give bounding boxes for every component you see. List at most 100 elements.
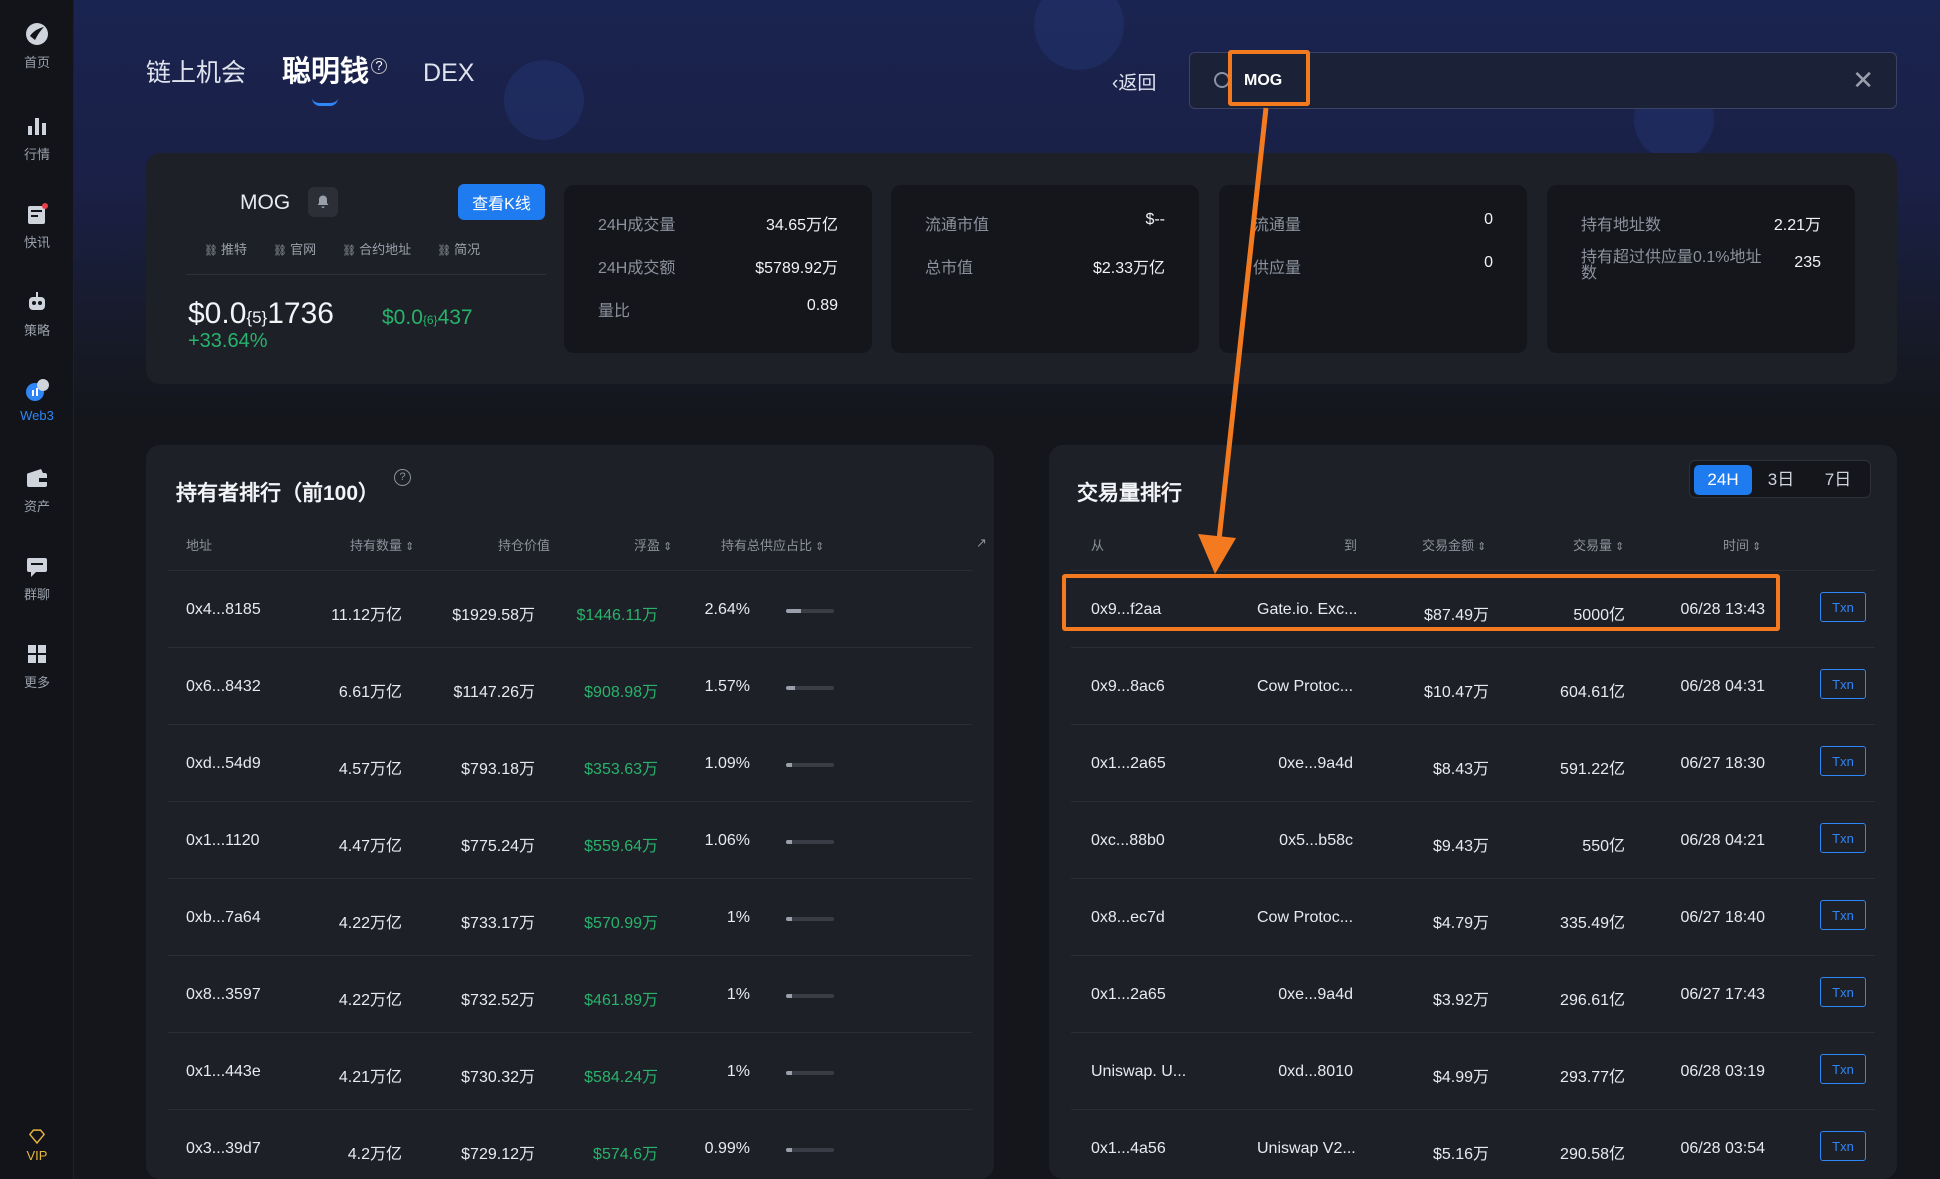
price2-prefix: $0.0 <box>382 306 423 329</box>
txn-button[interactable]: Txn <box>1820 977 1866 1007</box>
from-address[interactable]: 0xc...88b0 <box>1091 832 1165 850</box>
stat-row: 量比 0.89 <box>598 297 838 321</box>
volume-title: 交易量排行 <box>1077 482 1182 505</box>
help-icon[interactable]: ? <box>394 469 411 486</box>
table-row[interactable]: 0x1...1120 4.47万亿 $775.24万 $559.64万 1.06% <box>168 801 972 878</box>
to-address[interactable]: Cow Protoc... <box>1257 909 1353 927</box>
bell-icon[interactable] <box>308 187 338 217</box>
table-row[interactable]: 0x4...8185 11.12万亿 $1929.58万 $1446.11万 2.64% <box>168 570 972 647</box>
sidebar-item-bar-chart[interactable]: 行情 <box>0 112 74 163</box>
share-bar-fill <box>786 840 792 844</box>
help-icon[interactable]: ? <box>371 58 388 75</box>
txn-button[interactable]: Txn <box>1820 823 1866 853</box>
time-range-tabs: 24H 3日 7日 <box>1689 460 1871 498</box>
link-contract[interactable]: 合约地址 <box>342 239 411 258</box>
stat-label: 总市值 <box>925 260 974 277</box>
txn-button[interactable]: Txn <box>1820 900 1866 930</box>
sidebar: 首页行情快讯策略 Web3 资产群聊更多 VIP <box>0 0 74 1179</box>
from-address[interactable]: 0x1...4a56 <box>1091 1140 1166 1158</box>
range-tab-24h[interactable]: 24H <box>1694 465 1752 495</box>
holder-amount: 4.22万亿 <box>338 992 402 1009</box>
col-supply-share[interactable]: 持有总供应占比 <box>721 535 824 554</box>
link-website[interactable]: 官网 <box>273 239 316 258</box>
holder-address[interactable]: 0xd...54d9 <box>186 755 261 773</box>
stat-value: 34.65万亿 <box>765 217 838 234</box>
tab-dex[interactable]: DEX <box>423 59 474 88</box>
view-kline-button[interactable]: 查看K线 <box>458 184 545 220</box>
table-row[interactable]: 0xc...88b0 0x5...b58c $9.43万 550亿 06/28 04:2… <box>1071 801 1875 878</box>
back-button[interactable]: ‹返回 <box>1112 68 1156 95</box>
col-time[interactable]: 时间 <box>1723 535 1761 554</box>
txn-button[interactable]: Txn <box>1820 1054 1866 1084</box>
table-row[interactable]: 0x8...ec7d Cow Protoc... $4.79万 335.49亿 06/2… <box>1071 878 1875 955</box>
to-address[interactable]: Uniswap V2... <box>1257 1140 1356 1158</box>
table-row[interactable]: 0x1...443e 4.21万亿 $730.32万 $584.24万 1% <box>168 1032 972 1109</box>
sidebar-item-label: 策略 <box>23 323 50 338</box>
col-to: 到 <box>1344 538 1358 553</box>
share-bar-fill <box>786 917 792 921</box>
to-address[interactable]: Cow Protoc... <box>1257 678 1353 696</box>
table-row[interactable]: 0xb...7a64 4.22万亿 $733.17万 $570.99万 1% <box>168 878 972 955</box>
tab-smart-money[interactable]: 聪明钱? <box>282 48 388 106</box>
sidebar-item-vip[interactable]: VIP <box>0 1128 74 1163</box>
stat-value: 0 <box>1484 254 1493 271</box>
table-row[interactable]: 0x3...39d7 4.2万亿 $729.12万 $574.6万 0.99% <box>168 1109 972 1179</box>
table-row[interactable]: 0x6...8432 6.61万亿 $1147.26万 $908.98万 1.57% <box>168 647 972 724</box>
col-pnl[interactable]: 浮盈 <box>634 535 672 554</box>
table-row[interactable]: 0x1...4a56 Uniswap V2... $5.16万 290.58亿 06/2… <box>1071 1109 1875 1179</box>
table-row[interactable]: 0x1...2a65 0xe...9a4d $3.92万 296.61亿 06/27 1… <box>1071 955 1875 1032</box>
range-tab-7d[interactable]: 7日 <box>1812 465 1864 495</box>
sidebar-item-news[interactable]: 快讯 <box>0 200 74 251</box>
to-address[interactable]: 0xd...8010 <box>1278 1063 1353 1081</box>
txn-button[interactable]: Txn <box>1820 669 1866 699</box>
txn-button[interactable]: Txn <box>1820 592 1866 622</box>
table-row[interactable]: 0x1...2a65 0xe...9a4d $8.43万 591.22亿 06/27 1… <box>1071 724 1875 801</box>
col-tx-amount[interactable]: 交易金额 <box>1422 535 1486 554</box>
from-address[interactable]: 0x8...ec7d <box>1091 909 1165 927</box>
sidebar-item-home-logo[interactable]: 首页 <box>0 20 74 71</box>
col-amount[interactable]: 持有数量 <box>350 535 414 554</box>
close-icon[interactable]: ✕ <box>1852 67 1874 93</box>
sidebar-item-chat[interactable]: 群聊 <box>0 552 74 603</box>
share-bar <box>786 1148 834 1152</box>
to-address[interactable]: 0x5...b58c <box>1279 832 1353 850</box>
table-row[interactable]: 0x8...3597 4.22万亿 $732.52万 $461.89万 1% <box>168 955 972 1032</box>
holder-address[interactable]: 0x1...1120 <box>186 832 260 850</box>
holder-address[interactable]: 0x8...3597 <box>186 986 261 1004</box>
holder-address[interactable]: 0x4...8185 <box>186 601 261 619</box>
vip-label: VIP <box>26 1148 48 1163</box>
holder-pnl: $584.24万 <box>584 1069 658 1086</box>
sidebar-item-wallet[interactable]: 资产 <box>0 464 74 515</box>
table-row[interactable]: 0xd...54d9 4.57万亿 $793.18万 $353.63万 1.09% <box>168 724 972 801</box>
holder-address[interactable]: 0x1...443e <box>186 1063 261 1081</box>
share-bar <box>786 994 834 998</box>
sidebar-item-robot[interactable]: 策略 <box>0 288 74 339</box>
from-address[interactable]: 0x1...2a65 <box>1091 986 1166 1004</box>
tab-onchain-opportunity[interactable]: 链上机会 <box>146 53 246 89</box>
range-tab-3d[interactable]: 3日 <box>1756 465 1806 495</box>
to-address[interactable]: 0xe...9a4d <box>1278 755 1353 773</box>
link-overview[interactable]: 简况 <box>437 239 480 258</box>
txn-button[interactable]: Txn <box>1820 746 1866 776</box>
holder-address[interactable]: 0x3...39d7 <box>186 1140 261 1158</box>
stat-value: $5789.92万 <box>755 260 838 277</box>
holder-pnl: $353.63万 <box>584 761 658 778</box>
col-tx-volume[interactable]: 交易量 <box>1573 535 1624 554</box>
from-address[interactable]: Uniswap. U... <box>1091 1063 1186 1081</box>
sidebar-item-web3[interactable]: Web3 <box>0 376 74 423</box>
table-row[interactable]: 0x9...8ac6 Cow Protoc... $10.47万 604.61亿 06/… <box>1071 647 1875 724</box>
holder-address[interactable]: 0x6...8432 <box>186 678 261 696</box>
from-address[interactable]: 0x9...8ac6 <box>1091 678 1165 696</box>
from-address[interactable]: 0x1...2a65 <box>1091 755 1166 773</box>
link-twitter[interactable]: 推特 <box>204 239 247 258</box>
txn-button[interactable]: Txn <box>1820 1131 1866 1161</box>
holder-address[interactable]: 0xb...7a64 <box>186 909 261 927</box>
tx-amount: $5.16万 <box>1432 1146 1489 1163</box>
holder-value: $732.52万 <box>461 992 535 1009</box>
search-input[interactable] <box>1244 67 1804 95</box>
table-row[interactable]: Uniswap. U... 0xd...8010 $4.99万 293.77亿 06/2… <box>1071 1032 1875 1109</box>
sidebar-item-grid[interactable]: 更多 <box>0 640 74 691</box>
expand-icon[interactable]: ↗ <box>976 535 987 551</box>
to-address[interactable]: 0xe...9a4d <box>1278 986 1353 1004</box>
stat-value: 0.89 <box>806 297 838 314</box>
